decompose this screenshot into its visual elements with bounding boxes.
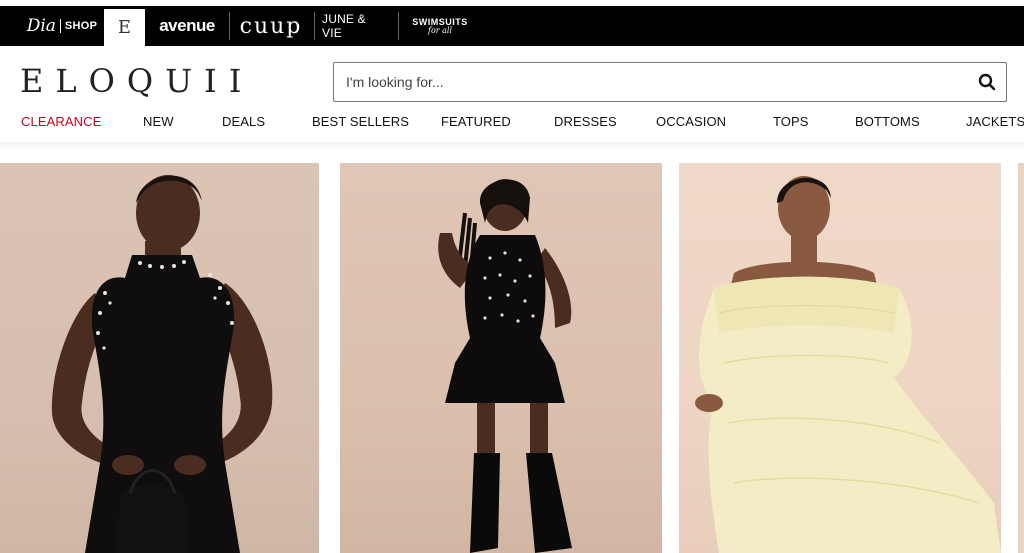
product-image-1[interactable] — [0, 163, 319, 553]
nav-shadow — [0, 142, 1024, 150]
search-input[interactable] — [334, 63, 934, 101]
product-image-3[interactable] — [679, 163, 1001, 553]
nav-item-clearance[interactable]: CLEARANCE — [21, 114, 101, 129]
swimsuits-line2: for all — [427, 25, 453, 35]
dia-divider — [59, 19, 61, 33]
nav-item-best-sellers[interactable]: BEST SELLERS — [312, 114, 409, 129]
brand-dia-shop[interactable]: Dia SHOP — [22, 6, 102, 46]
nav-item-bottoms[interactable]: BOTTOMS — [855, 114, 920, 129]
brand-bar: Dia SHOP E avenue cuup JUNE & VIE SWIMSU… — [0, 6, 1024, 46]
brand-divider — [314, 12, 315, 40]
nav-item-occasion[interactable]: OCCASION — [656, 114, 726, 129]
search-icon[interactable] — [978, 73, 996, 91]
brand-avenue[interactable]: avenue — [152, 6, 222, 46]
nav-item-new[interactable]: NEW — [143, 114, 174, 129]
brand-swimsuits-for-all[interactable]: SWIMSUITS for all — [404, 6, 476, 46]
brand-june-vie[interactable]: JUNE & VIE — [322, 6, 388, 46]
brand-divider — [398, 12, 399, 40]
brand-cuup[interactable]: cuup — [236, 6, 306, 46]
nav-item-deals[interactable]: DEALS — [222, 114, 265, 129]
main-nav: CLEARANCE NEW DEALS BEST SELLERS FEATURE… — [0, 114, 1024, 136]
nav-item-featured[interactable]: FEATURED — [441, 114, 511, 129]
nav-item-tops[interactable]: TOPS — [773, 114, 809, 129]
search-box — [333, 62, 1007, 102]
site-logo[interactable]: ELOQUII — [20, 62, 253, 100]
product-image-2[interactable] — [340, 163, 662, 553]
brand-eloquii-tab[interactable]: E — [104, 9, 145, 46]
product-image-4-partial[interactable] — [1018, 163, 1024, 553]
brand-divider — [229, 12, 230, 40]
nav-item-jackets[interactable]: JACKETS — [966, 114, 1024, 129]
nav-item-dresses[interactable]: DRESSES — [554, 114, 617, 129]
dia-script-text: Dia — [26, 16, 56, 36]
dia-shop-text: SHOP — [64, 20, 98, 32]
